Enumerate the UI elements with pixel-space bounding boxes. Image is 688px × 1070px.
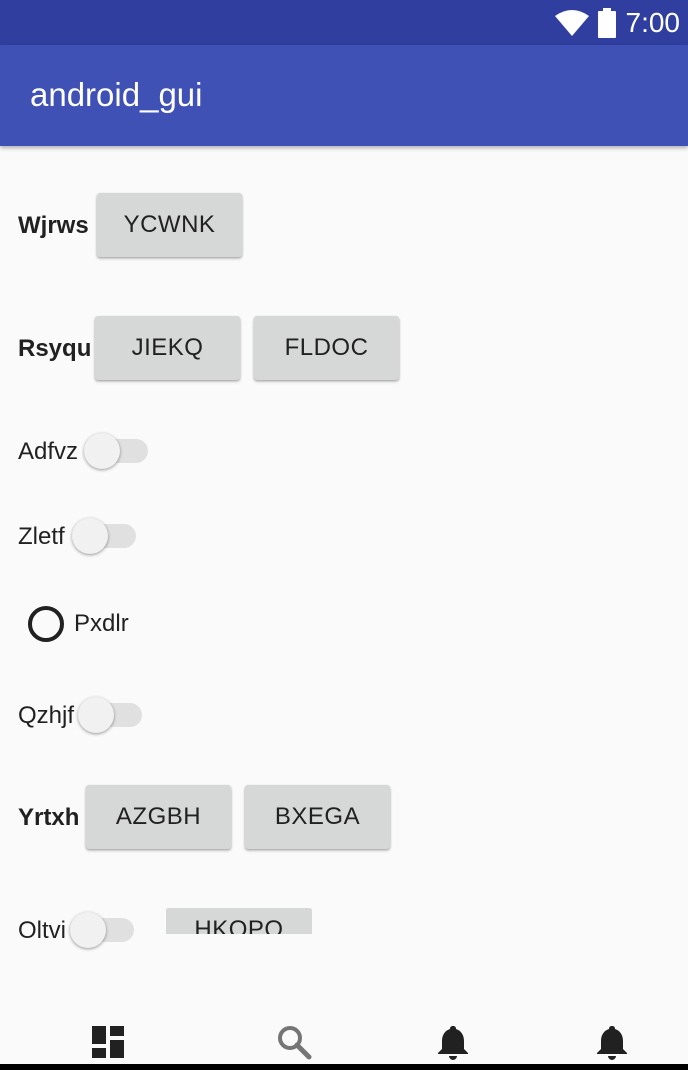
switch-thumb [78,697,114,733]
oltvi-label: Oltvi [18,917,66,944]
nav-dashboard[interactable] [88,1022,128,1062]
adfvz-label: Adfvz [18,438,79,465]
search-icon [278,1026,312,1060]
azgbh-button[interactable]: AZGBH [86,785,231,849]
nav-notifications-2[interactable] [592,1022,632,1062]
zletf-label: Zletf [18,523,65,550]
wjrws-label: Wjrws [18,212,89,239]
jiekq-button[interactable]: JIEKQ [95,316,240,380]
qzhjf-label: Qzhjf [18,702,75,729]
radio-circle-icon [28,606,64,642]
hkqpo-button-clip: HKQPO [166,908,312,934]
pxdlr-label: Pxdlr [74,610,129,637]
notifications-icon [438,1026,468,1060]
yrtxh-label: Yrtxh [18,804,80,831]
ycwnk-button[interactable]: YCWNK [97,193,242,257]
oltvi-switch[interactable] [70,910,134,950]
bottom-edge [0,1064,688,1070]
rsyqu-label: Rsyqu [18,335,92,362]
bottom-navigation [0,1016,688,1070]
notifications-icon [597,1026,627,1060]
switch-thumb [84,433,120,469]
app-title: android_gui [30,76,203,113]
hkqpo-button[interactable]: HKQPO [166,908,312,934]
wifi-icon [554,9,589,36]
status-bar: 7:00 [0,0,688,45]
switch-thumb [70,912,106,948]
nav-notifications-1[interactable] [433,1022,473,1062]
pxdlr-radio[interactable]: Pxdlr [28,606,129,642]
dashboard-icon [92,1026,124,1058]
status-time: 7:00 [625,6,681,38]
fldoc-button[interactable]: FLDOC [254,316,399,380]
adfvz-switch[interactable] [84,431,148,471]
qzhjf-switch[interactable] [78,695,142,735]
switch-thumb [72,518,108,554]
nav-search[interactable] [274,1022,314,1062]
main-content: Wjrws YCWNK Rsyqu JIEKQ FLDOC Adfvz Zlet… [0,146,688,1016]
battery-icon [597,7,616,38]
app-bar: android_gui [0,45,688,146]
zletf-switch[interactable] [72,516,136,556]
bxega-button[interactable]: BXEGA [245,785,390,849]
